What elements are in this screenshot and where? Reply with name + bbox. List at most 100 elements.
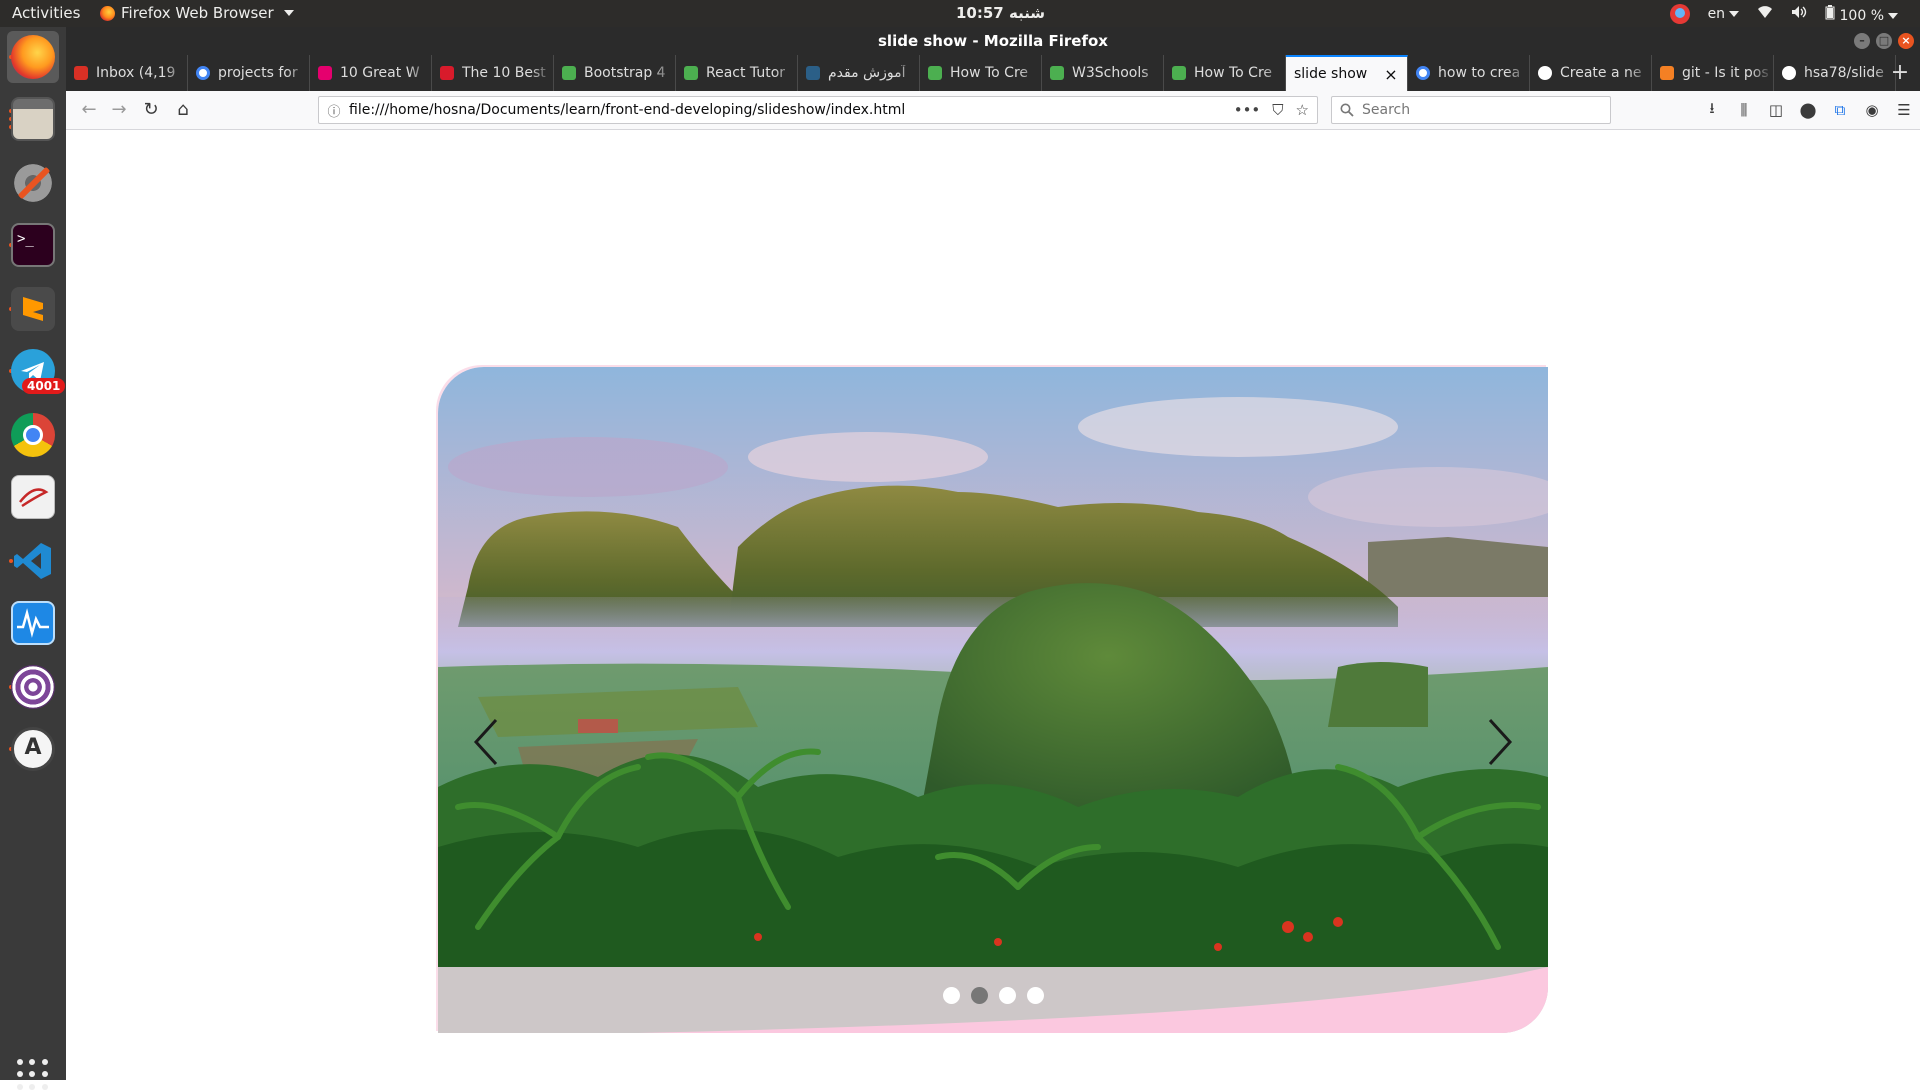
show-applications-button[interactable] [17, 1059, 49, 1091]
app-menu[interactable]: Firefox Web Browser [100, 4, 294, 22]
dock-system-monitor[interactable] [7, 597, 59, 649]
tab[interactable]: React Tutor [676, 55, 798, 91]
tab[interactable]: Bootstrap 4 [554, 55, 676, 91]
account-icon[interactable]: ◉ [1856, 101, 1888, 119]
software-updater-icon: A [11, 727, 55, 771]
dock-chrome[interactable] [7, 409, 59, 461]
new-tab-button[interactable]: + [1888, 55, 1912, 91]
chevron-right-icon [1488, 718, 1513, 766]
dock-sublime-text[interactable] [7, 283, 59, 335]
extension-icon[interactable]: ⬤ [1792, 101, 1824, 119]
keyboard-layout-indicator[interactable]: en [1708, 6, 1740, 22]
pocket-icon[interactable]: ⛉ [1272, 101, 1283, 119]
tab[interactable]: Create a ne [1530, 55, 1652, 91]
next-slide-button[interactable] [1480, 712, 1520, 772]
tab-label: The 10 Best [462, 65, 546, 81]
slide-dot-4[interactable] [1026, 987, 1044, 1004]
translate-icon[interactable]: ⧉ [1824, 101, 1856, 119]
reload-button[interactable]: ↻ [138, 97, 164, 123]
page-actions-icon[interactable]: ••• [1234, 101, 1261, 119]
tab[interactable]: How To Cre [920, 55, 1042, 91]
dock-terminal[interactable]: >_ [7, 219, 59, 271]
tab-label: آموزش مقدم [828, 65, 906, 81]
clock[interactable]: 10:57 شنبه [956, 4, 1045, 22]
dock-firefox[interactable] [7, 31, 59, 83]
wifi-icon[interactable] [1757, 5, 1773, 23]
settings-icon [11, 161, 55, 205]
tab[interactable]: W3Schools [1042, 55, 1164, 91]
tab[interactable]: slide show × [1286, 55, 1408, 91]
hamburger-menu-icon[interactable]: ☰ [1888, 101, 1920, 119]
tab[interactable]: Inbox (4,19 [66, 55, 188, 91]
vscode-icon [11, 539, 55, 583]
tab[interactable]: git - Is it pos [1652, 55, 1774, 91]
tab[interactable]: The 10 Best [432, 55, 554, 91]
url-text[interactable]: file:///home/hosna/Documents/learn/front… [349, 102, 1234, 118]
tab-strip: Inbox (4,19 projects for 10 Great W The 10 … [66, 55, 1920, 91]
tab[interactable]: projects for [188, 55, 310, 91]
document-viewer-icon [11, 475, 55, 519]
system-tray[interactable]: en 100 % [1669, 4, 1898, 24]
slide-dot-3[interactable] [998, 987, 1016, 1004]
book-icon [440, 66, 454, 80]
dock-files[interactable] [7, 93, 59, 145]
back-button[interactable]: ← [76, 97, 102, 123]
tab-label: W3Schools [1072, 65, 1149, 81]
dock-software-updater[interactable]: A [7, 723, 59, 775]
w3-icon [1050, 66, 1064, 80]
dock-vscode[interactable] [7, 535, 59, 587]
downloads-icon[interactable]: ⭳ [1696, 98, 1728, 123]
github-icon [1782, 66, 1796, 80]
battery-icon [1825, 4, 1835, 19]
close-window-button[interactable]: × [1898, 33, 1914, 49]
tor-icon [11, 665, 55, 709]
tab-label: slide show [1294, 66, 1368, 82]
dock-document-viewer[interactable] [7, 471, 59, 523]
window-title: slide show - Mozilla Firefox [878, 32, 1108, 50]
library-icon[interactable]: ⫼ [1728, 101, 1760, 119]
tab-label: Create a ne [1560, 65, 1642, 81]
notification-avatar-icon[interactable] [1669, 4, 1690, 24]
slide-dot-2[interactable] [970, 987, 988, 1004]
google-icon [196, 66, 210, 80]
window-titlebar[interactable]: slide show - Mozilla Firefox – □ × [66, 27, 1920, 55]
system-top-bar: Activities Firefox Web Browser 10:57 شنب… [0, 0, 1920, 27]
app-menu-label: Firefox Web Browser [121, 4, 274, 22]
minimize-button[interactable]: – [1854, 33, 1870, 49]
chevron-left-icon [473, 718, 498, 766]
firefox-icon [100, 5, 115, 21]
tab-label: How To Cre [950, 65, 1029, 81]
tab[interactable]: how to crea [1408, 55, 1530, 91]
home-button[interactable]: ⌂ [170, 97, 196, 123]
stackoverflow-icon [1660, 66, 1674, 80]
navigation-toolbar: ← → ↻ ⌂ ⓘ file:///home/hosna/Documents/l… [66, 91, 1920, 130]
battery-indicator[interactable]: 100 % [1825, 4, 1898, 24]
slide-dot-1[interactable] [942, 987, 960, 1004]
dock-settings[interactable] [7, 157, 59, 209]
tab[interactable]: 10 Great W [310, 55, 432, 91]
terminal-icon: >_ [11, 223, 55, 267]
close-tab-icon[interactable]: × [1381, 65, 1401, 84]
volume-icon[interactable] [1791, 5, 1807, 23]
previous-slide-button[interactable] [466, 712, 506, 772]
tab-label: git - Is it pos [1682, 65, 1769, 81]
forward-button[interactable]: → [106, 97, 132, 123]
tab[interactable]: hsa78/slide [1774, 55, 1896, 91]
w3-icon [684, 66, 698, 80]
tab[interactable]: آموزش مقدم [798, 55, 920, 91]
dock-tor-browser[interactable] [7, 661, 59, 713]
bookmark-star-icon[interactable]: ☆ [1296, 101, 1309, 119]
tab[interactable]: How To Cre [1164, 55, 1286, 91]
chevron-down-icon [283, 10, 294, 16]
google-icon [1416, 66, 1430, 80]
activities-button[interactable]: Activities [12, 4, 80, 22]
maximize-button[interactable]: □ [1876, 33, 1892, 49]
page-viewport [66, 130, 1920, 1080]
sidebar-icon[interactable]: ◫ [1760, 101, 1792, 119]
url-bar[interactable]: ⓘ file:///home/hosna/Documents/learn/fro… [318, 96, 1318, 124]
search-bar[interactable]: Search [1331, 96, 1611, 124]
tab-label: Bootstrap 4 [584, 65, 666, 81]
info-icon[interactable]: ⓘ [319, 101, 349, 120]
search-placeholder: Search [1362, 102, 1411, 118]
site-icon [806, 66, 820, 80]
